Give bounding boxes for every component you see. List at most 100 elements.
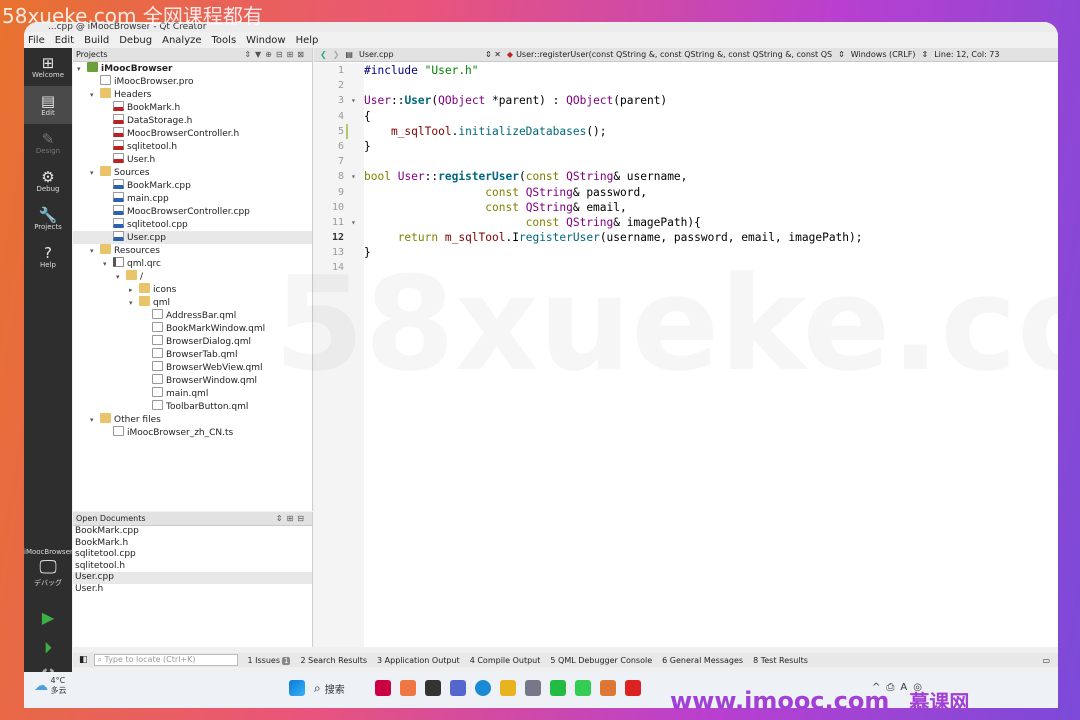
tree-item[interactable]: ▾ Sources: [73, 166, 312, 179]
line-ending-arrows-icon[interactable]: ⇕: [921, 50, 928, 59]
code-line[interactable]: 6}: [314, 139, 1058, 154]
current-file[interactable]: User.cpp: [359, 50, 479, 59]
output-tab[interactable]: 1 Issues 1: [248, 656, 291, 665]
toggle-sidebar-icon[interactable]: ◧: [79, 655, 88, 665]
nav-forward-icon[interactable]: ❯: [333, 50, 340, 59]
tree-item[interactable]: sqlitetool.h: [73, 140, 312, 153]
tree-item[interactable]: MoocBrowserController.cpp: [73, 205, 312, 218]
code-line[interactable]: 4{: [314, 109, 1058, 124]
tree-item[interactable]: User.h: [73, 153, 312, 166]
menu-window[interactable]: Window: [246, 35, 285, 46]
menu-debug[interactable]: Debug: [119, 35, 152, 46]
tree-item[interactable]: ▾ Headers: [73, 88, 312, 101]
build-hammer-icon[interactable]: ⚒: [24, 665, 72, 672]
tree-item[interactable]: iMoocBrowser.pro: [73, 75, 312, 88]
menu-tools[interactable]: Tools: [212, 35, 237, 46]
tree-item[interactable]: BookMark.cpp: [73, 179, 312, 192]
debug-run-icon[interactable]: ⏵: [24, 638, 72, 658]
code-line[interactable]: 9 const QString& password,: [314, 185, 1058, 200]
code-line[interactable]: 2: [314, 78, 1058, 93]
code-line[interactable]: 7: [314, 154, 1058, 169]
tree-item[interactable]: ▾ qml.qrc: [73, 257, 312, 270]
tree-item[interactable]: main.qml: [73, 387, 312, 400]
output-tab[interactable]: 2 Search Results: [300, 656, 367, 665]
run-icon[interactable]: ▶: [24, 608, 72, 627]
tree-item[interactable]: BrowserTab.qml: [73, 348, 312, 361]
start-icon[interactable]: [289, 680, 305, 696]
open-document-item[interactable]: sqlitetool.cpp: [73, 549, 312, 561]
code-line[interactable]: 12 return m_sqlTool.IregisterUser(userna…: [314, 230, 1058, 245]
tree-item[interactable]: ▾ Resources: [73, 244, 312, 257]
tree-item[interactable]: sqlitetool.cpp: [73, 218, 312, 231]
app-icon[interactable]: [599, 680, 616, 696]
mode-projects[interactable]: 🔧 Projects: [24, 200, 72, 238]
tree-item[interactable]: MoocBrowserController.h: [73, 127, 312, 140]
tree-item[interactable]: ▾ iMoocBrowser: [73, 62, 312, 75]
code-text[interactable]: 1 #include "User.h" 2 3 ▾ User::User(QObject …: [314, 63, 1058, 647]
fold-arrow-icon[interactable]: ▾: [351, 169, 356, 184]
code-line[interactable]: 1 #include "User.h": [314, 63, 1058, 78]
taskbar-search[interactable]: 搜索: [325, 681, 345, 696]
output-tab[interactable]: 5 QML Debugger Console: [550, 656, 652, 665]
nav-back-icon[interactable]: ❮: [320, 50, 327, 59]
tree-item[interactable]: BrowserWebView.qml: [73, 361, 312, 374]
locator-input[interactable]: ⌕ Type to locate (Ctrl+K): [93, 654, 238, 666]
menu-edit[interactable]: Edit: [55, 35, 74, 46]
app-icon[interactable]: [399, 680, 416, 696]
tree-item[interactable]: ▾ qml: [73, 296, 312, 309]
tree-item[interactable]: ▾ Other files: [73, 413, 312, 426]
line-ending[interactable]: Windows (CRLF): [851, 50, 916, 59]
symbol-combo-arrows-icon[interactable]: ⇕: [838, 50, 845, 59]
tree-item[interactable]: BrowserWindow.qml: [73, 374, 312, 387]
menu-analyze[interactable]: Analyze: [162, 35, 201, 46]
code-line[interactable]: 14: [314, 260, 1058, 275]
kit-selector[interactable]: iMoocBrowser 🖵 デバッグ: [24, 548, 73, 588]
file-combo-arrows-icon[interactable]: ⇕ ✕: [485, 50, 501, 59]
app-icon[interactable]: [524, 680, 541, 696]
open-document-item[interactable]: BookMark.h: [73, 538, 312, 550]
code-editor[interactable]: ❮ ❯ ▤ User.cpp ⇕ ✕ ◆ User::registerUser(…: [314, 48, 1058, 647]
tree-item[interactable]: iMoocBrowser_zh_CN.ts: [73, 426, 312, 439]
app-icon[interactable]: [424, 680, 441, 696]
symbol-selector[interactable]: User::registerUser(const QString &, cons…: [516, 50, 832, 59]
fold-arrow-icon[interactable]: ▾: [351, 215, 356, 230]
output-tab[interactable]: 4 Compile Output: [470, 656, 541, 665]
code-line[interactable]: 13}: [314, 245, 1058, 260]
tree-item[interactable]: ToolbarButton.qml: [73, 400, 312, 413]
mode-debug[interactable]: ⚙ Debug: [24, 162, 72, 200]
tree-item[interactable]: main.cpp: [73, 192, 312, 205]
app-icon[interactable]: [574, 680, 591, 696]
open-document-item[interactable]: sqlitetool.h: [73, 561, 312, 573]
mode-help[interactable]: ? Help: [24, 238, 72, 276]
open-document-item[interactable]: User.cpp: [73, 572, 312, 584]
code-line[interactable]: 10 const QString& email,: [314, 200, 1058, 215]
code-line[interactable]: 3 ▾ User::User(QObject *parent) : QObject(…: [314, 93, 1058, 108]
menu-file[interactable]: File: [28, 35, 45, 46]
app-icon[interactable]: [374, 680, 391, 696]
app-icon[interactable]: [449, 680, 466, 696]
tree-item[interactable]: ▸ icons: [73, 283, 312, 296]
code-line[interactable]: 11 ▾ const QString& imagePath){: [314, 215, 1058, 230]
tree-item[interactable]: BookMark.h: [73, 101, 312, 114]
mode-edit[interactable]: ▤ Edit: [24, 86, 72, 124]
wechat-icon[interactable]: [549, 680, 566, 696]
open-document-item[interactable]: User.h: [73, 584, 312, 596]
tree-item[interactable]: User.cpp: [73, 231, 312, 244]
tree-item[interactable]: AddressBar.qml: [73, 309, 312, 322]
output-tab[interactable]: 3 Application Output: [377, 656, 460, 665]
code-line[interactable]: 8 ▾ bool User::registerUser(const QString&…: [314, 169, 1058, 184]
open-docs-controls-icon[interactable]: ⇕⊞⊟: [276, 514, 312, 523]
menu-build[interactable]: Build: [84, 35, 109, 46]
toggle-output-icon[interactable]: ▭: [1042, 656, 1050, 665]
pane-controls-icon[interactable]: ⇕▼⊕⊟⊞⊠: [244, 50, 312, 59]
tree-item[interactable]: ▾ /: [73, 270, 312, 283]
mode-welcome[interactable]: ⊞ Welcome: [24, 48, 72, 86]
code-line[interactable]: 5 m_sqlTool.initializeDatabases();: [314, 123, 1058, 139]
folder-icon[interactable]: [499, 680, 516, 696]
output-tab[interactable]: 6 General Messages: [662, 656, 743, 665]
menu-help[interactable]: Help: [296, 35, 319, 46]
tree-item[interactable]: BrowserDialog.qml: [73, 335, 312, 348]
edge-icon[interactable]: [474, 680, 491, 696]
fold-arrow-icon[interactable]: ▾: [351, 93, 356, 108]
tree-item[interactable]: BookMarkWindow.qml: [73, 322, 312, 335]
